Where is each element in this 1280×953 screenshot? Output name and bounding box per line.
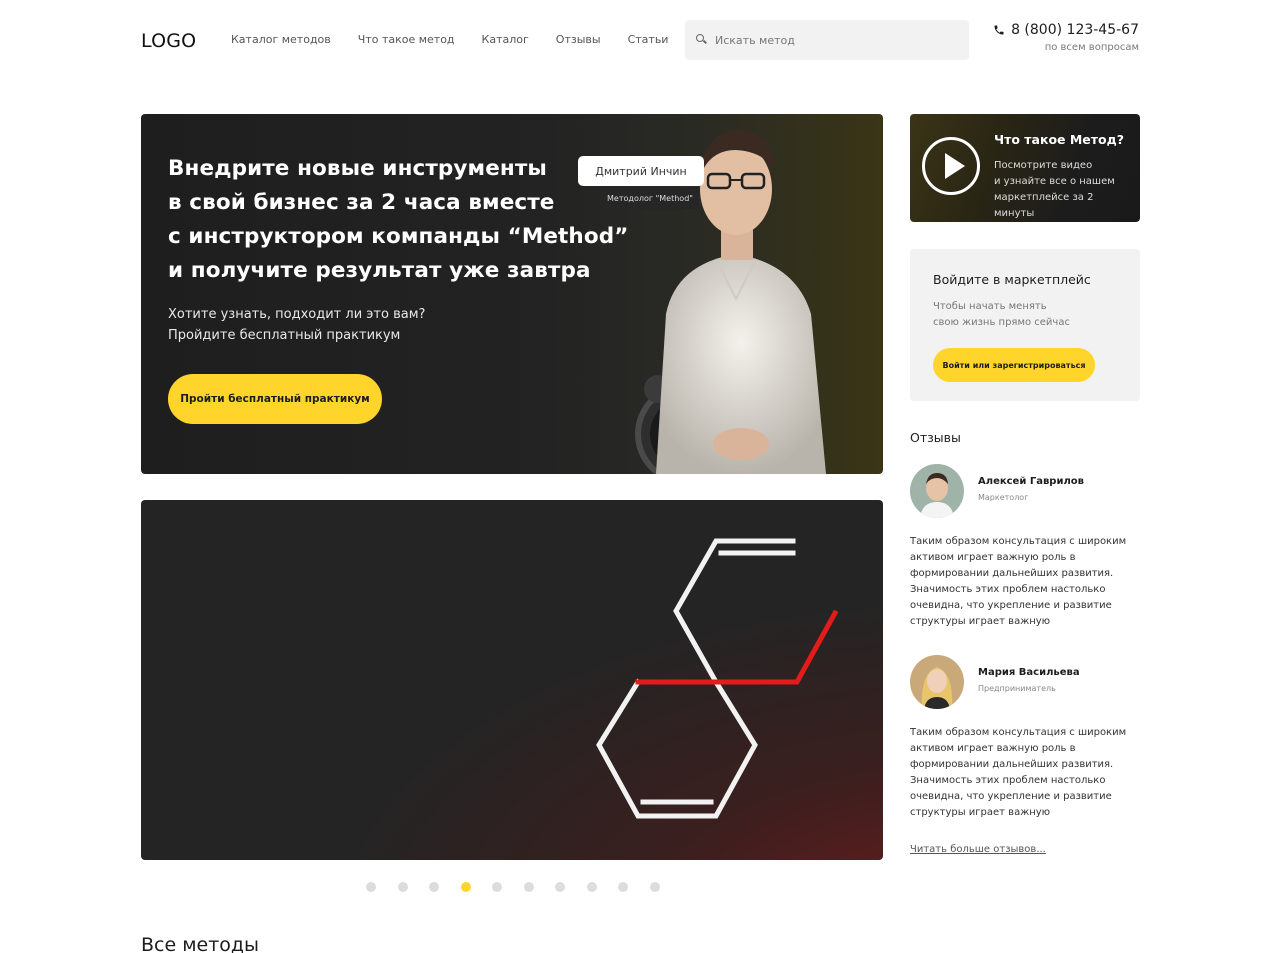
slider-dot[interactable]: [492, 882, 502, 892]
review-item: Алексей Гаврилов Маркетолог Таким образо…: [910, 464, 1140, 634]
video-card-title: Что такое Метод?: [994, 132, 1124, 147]
slider-dot[interactable]: [397, 882, 408, 892]
main-nav: Каталог методов Что такое метод Каталог …: [231, 33, 695, 46]
slider-dot[interactable]: [523, 882, 534, 892]
video-card-text-line: маркетплейсе за 2 минуты: [994, 192, 1094, 219]
review-author-role: Маркетолог: [978, 493, 1029, 502]
hero-lead-line: Хотите узнать, подходит ли это вам?: [168, 307, 426, 322]
play-icon[interactable]: [922, 137, 980, 195]
nav-item-catalog[interactable]: Каталог: [482, 33, 529, 46]
review-text: Таким образом консультация с широким акт…: [910, 536, 1127, 627]
video-card-text-line: Посмотрите видео: [994, 160, 1093, 171]
login-card: Войдите в маркетплейс Чтобы начать менят…: [910, 249, 1140, 401]
slider-dot[interactable]: [649, 882, 660, 892]
video-card-text: Посмотрите видео и узнайте все о нашем м…: [994, 158, 1134, 222]
search-input[interactable]: [715, 33, 945, 47]
molecule-illustration: [596, 538, 839, 819]
slider-dot[interactable]: [586, 882, 597, 892]
phone-number[interactable]: 8 (800) 123-45-67: [1011, 22, 1139, 38]
more-reviews-link[interactable]: Читать больше отзывов...: [910, 844, 1046, 855]
hero-banner: Внедрите новые инструменты в свой бизнес…: [141, 114, 883, 474]
login-card-title: Войдите в маркетплейс: [933, 272, 1091, 287]
hero-title: Внедрите новые инструменты в свой бизнес…: [168, 152, 638, 288]
video-card[interactable]: Что такое Метод? Посмотрите видео и узна…: [910, 114, 1140, 222]
logo[interactable]: LOGO: [141, 30, 196, 52]
login-card-text-line: свою жизнь прямо сейчас: [933, 317, 1070, 328]
review-item: Мария Васильева Предприниматель Таким об…: [910, 655, 1140, 825]
phone-icon: [994, 25, 1004, 35]
hero-title-line: с инструктором компанды “Method”: [168, 224, 629, 249]
reviews-heading: Отзывы: [910, 430, 961, 445]
avatar: [910, 655, 964, 709]
nav-item-reviews[interactable]: Отзывы: [556, 33, 601, 46]
slider-dot-active[interactable]: [460, 882, 471, 892]
slider-dot[interactable]: [555, 882, 565, 892]
login-card-text: Чтобы начать менять свою жизнь прямо сей…: [933, 299, 1123, 331]
slider-banner: [141, 500, 883, 860]
phone-caption: по всем вопросам: [1044, 42, 1139, 53]
phone-block: 8 (800) 123-45-67 по всем вопросам: [993, 22, 1139, 53]
hero-lead-line: Пройдите бесплатный практикум: [168, 328, 401, 343]
slider-dot[interactable]: [618, 882, 628, 892]
search-box[interactable]: [685, 20, 969, 60]
login-register-button[interactable]: Войти или зарегистрироваться: [933, 348, 1095, 382]
slider-dot[interactable]: [366, 882, 376, 892]
video-card-text-line: и узнайте все о нашем: [994, 176, 1115, 187]
slider-pagination: [366, 882, 681, 892]
hero-title-line: Внедрите новые инструменты: [168, 156, 547, 181]
hero-lead: Хотите узнать, подходит ли это вам? Прой…: [168, 304, 468, 346]
nav-item-what-is-method[interactable]: Что такое метод: [358, 33, 455, 46]
slider-dot[interactable]: [429, 882, 439, 892]
review-author-name: Алексей Гаврилов: [978, 476, 1084, 487]
search-icon: [695, 33, 709, 47]
all-methods-heading: Все методы: [141, 934, 260, 953]
instructor-role-badge: Методолог "Method": [601, 187, 699, 209]
nav-item-articles[interactable]: Статьи: [628, 33, 669, 46]
login-card-text-line: Чтобы начать менять: [933, 301, 1047, 312]
nav-item-methods-catalog[interactable]: Каталог методов: [231, 33, 331, 46]
hero-title-line: и получите результат уже завтра: [168, 258, 591, 283]
review-author-name: Мария Васильева: [978, 667, 1080, 678]
instructor-name-badge: Дмитрий Инчин: [578, 156, 704, 186]
review-text: Таким образом консультация с широким акт…: [910, 727, 1127, 818]
hero-title-line: в свой бизнес за 2 часа вместе: [168, 190, 555, 215]
free-workshop-button[interactable]: Пройти бесплатный практикум: [168, 374, 382, 424]
avatar: [910, 464, 964, 518]
phone-number-row[interactable]: 8 (800) 123-45-67: [993, 22, 1139, 38]
review-author-role: Предприниматель: [978, 684, 1056, 693]
